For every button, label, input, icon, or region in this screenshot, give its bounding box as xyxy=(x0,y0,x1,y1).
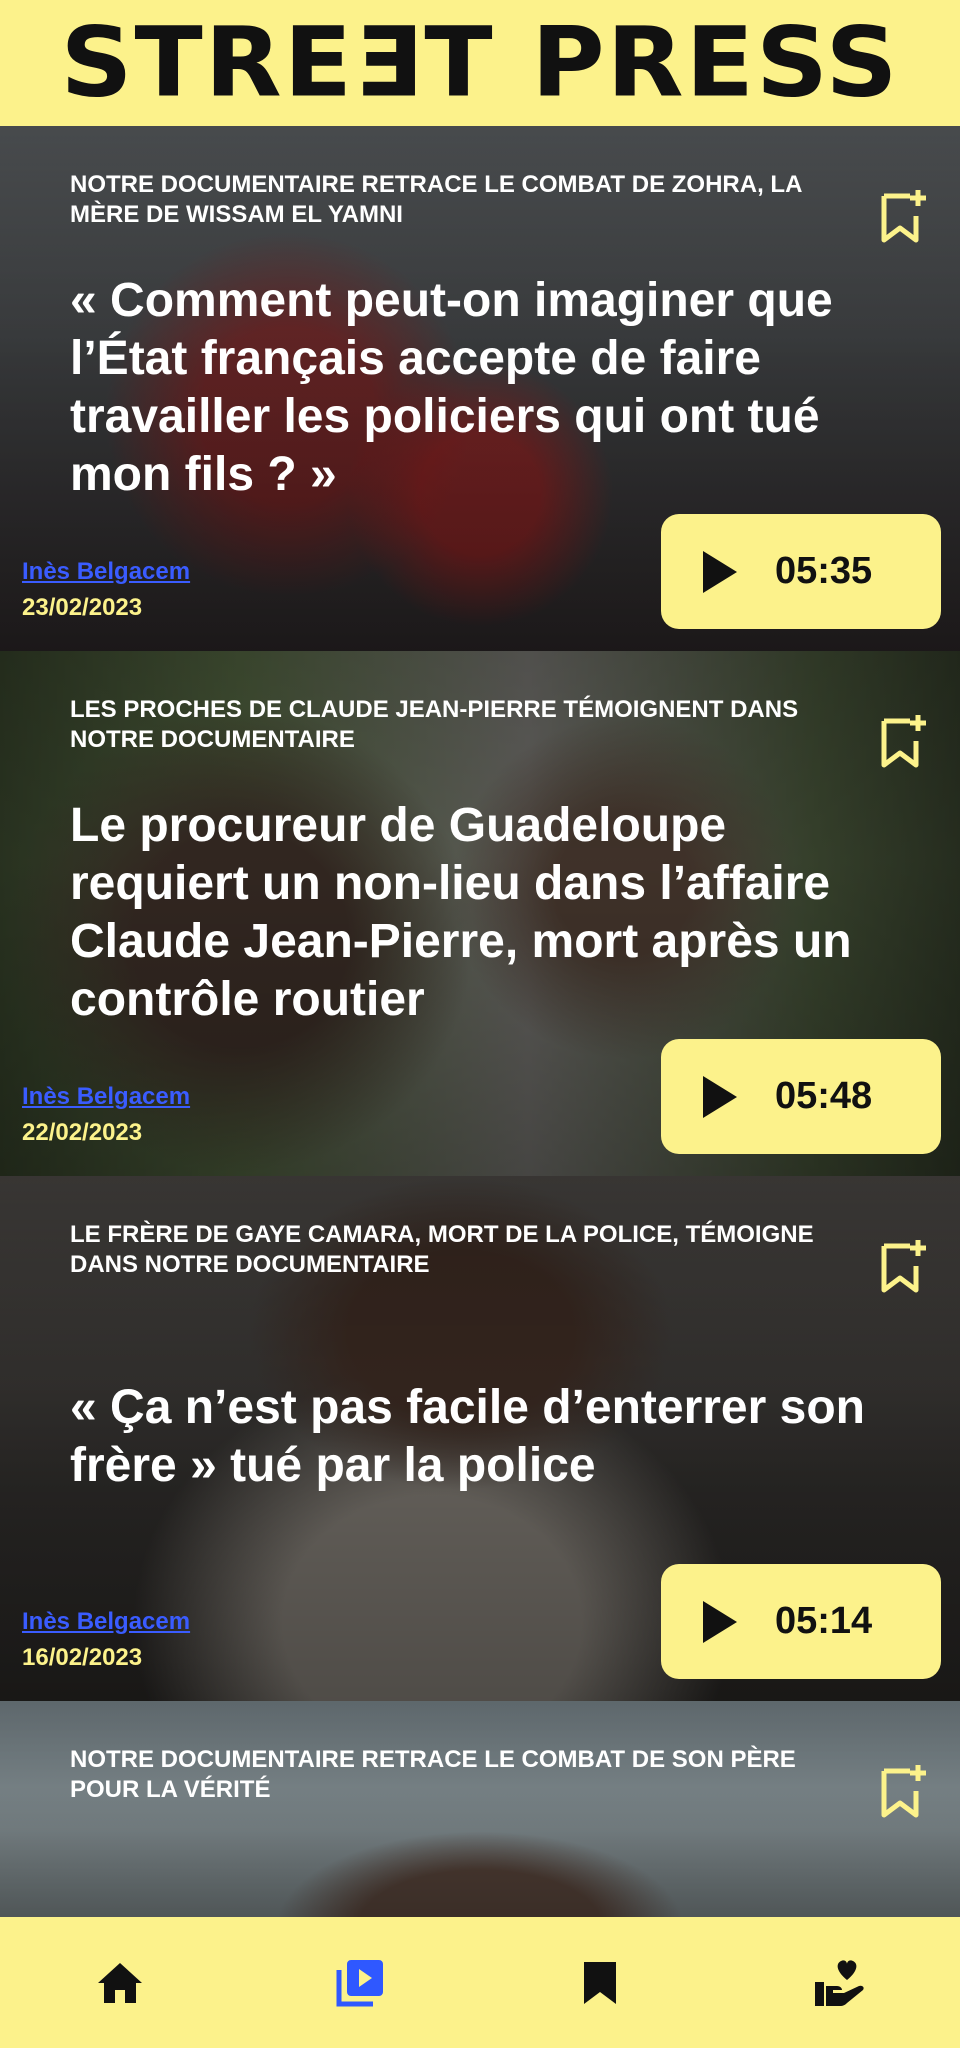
article-card[interactable]: LES PROCHES DE CLAUDE JEAN-PIERRE TÉMOIG… xyxy=(0,651,960,1176)
play-icon xyxy=(703,1075,737,1118)
article-card[interactable]: LE FRÈRE DE GAYE CAMARA, MORT DE LA POLI… xyxy=(0,1176,960,1701)
article-kicker: NOTRE DOCUMENTAIRE RETRACE LE COMBAT DE … xyxy=(70,171,802,228)
author-link[interactable]: Inès Belgacem xyxy=(22,1083,190,1111)
author-link[interactable]: Inès Belgacem xyxy=(22,558,190,586)
article-date: 23/02/2023 xyxy=(22,594,143,621)
article-headline[interactable]: « Comment peut-on imaginer que l’État fr… xyxy=(70,272,900,504)
photo-overlay xyxy=(0,1701,960,1917)
article-card[interactable]: NOTRE DOCUMENTAIRE RETRACE LE COMBAT DE … xyxy=(0,1701,960,1917)
article-card[interactable]: NOTRE DOCUMENTAIRE RETRACE LE COMBAT DE … xyxy=(0,126,960,651)
article-date: 22/02/2023 xyxy=(22,1119,143,1146)
bookmark-add-button[interactable] xyxy=(880,713,930,769)
donate-heart-icon xyxy=(815,1959,864,2006)
play-video-button[interactable]: 05:35 xyxy=(661,514,941,629)
nav-donate[interactable] xyxy=(780,1943,900,2023)
article-headline[interactable]: Le procureur de Guadeloupe requiert un n… xyxy=(70,797,900,1029)
play-icon xyxy=(703,550,737,593)
nav-home[interactable] xyxy=(60,1943,180,2023)
bookmark-add-button[interactable] xyxy=(880,1238,930,1294)
article-headline[interactable]: « Ça n’est pas facile d’enterrer son frè… xyxy=(70,1379,900,1495)
article-kicker: NOTRE DOCUMENTAIRE RETRACE LE COMBAT DE … xyxy=(70,1746,796,1803)
play-video-button[interactable]: 05:14 xyxy=(661,1564,941,1679)
play-video-button[interactable]: 05:48 xyxy=(661,1039,941,1154)
video-library-icon xyxy=(336,1959,383,2006)
video-duration: 05:14 xyxy=(775,1600,873,1642)
streetpress-logo[interactable]: STREƎT PRESS xyxy=(60,15,899,111)
bookmark-add-button[interactable] xyxy=(880,1763,930,1819)
bookmark-add-icon xyxy=(881,190,926,243)
nav-bookmarks[interactable] xyxy=(540,1943,660,2023)
video-duration: 05:35 xyxy=(775,550,873,592)
article-kicker: LES PROCHES DE CLAUDE JEAN-PIERRE TÉMOIG… xyxy=(70,696,799,753)
play-icon xyxy=(703,1600,737,1643)
bookmark-add-icon xyxy=(881,715,926,768)
app-header: STREƎT PRESS xyxy=(0,0,960,126)
video-feed: NOTRE DOCUMENTAIRE RETRACE LE COMBAT DE … xyxy=(0,126,960,1917)
bookmark-icon xyxy=(584,1961,616,2004)
bookmark-add-icon xyxy=(881,1765,926,1818)
bookmark-add-button[interactable] xyxy=(880,188,930,244)
author-link[interactable]: Inès Belgacem xyxy=(22,1608,190,1636)
home-icon xyxy=(98,1962,142,2003)
video-duration: 05:48 xyxy=(775,1075,873,1117)
article-date: 16/02/2023 xyxy=(22,1644,143,1671)
bookmark-add-icon xyxy=(881,1240,926,1293)
bottom-nav xyxy=(0,1917,960,2048)
article-kicker: LE FRÈRE DE GAYE CAMARA, MORT DE LA POLI… xyxy=(70,1221,814,1278)
nav-videos[interactable] xyxy=(300,1943,420,2023)
